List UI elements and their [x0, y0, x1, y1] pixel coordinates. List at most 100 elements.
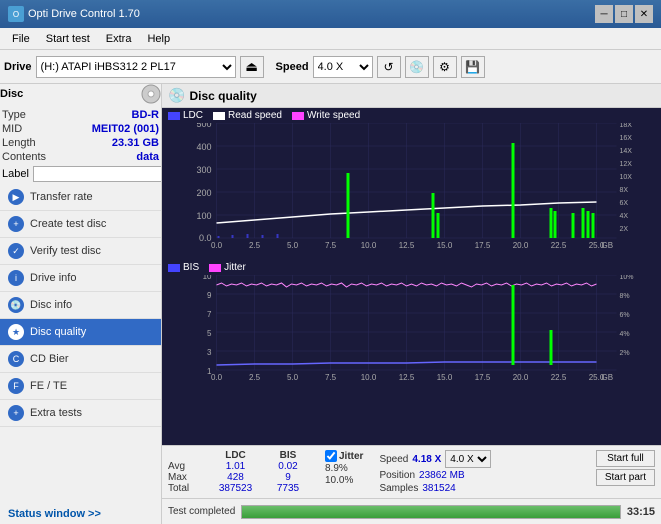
jitter-legend-color [209, 264, 221, 272]
nav-fe-te[interactable]: F FE / TE [0, 373, 161, 400]
position-val: 23862 MB [419, 470, 465, 481]
avg-speed-val: 4.18 X [412, 454, 441, 465]
total-ldc: 387523 [208, 483, 263, 494]
progress-bar-fill [242, 506, 620, 518]
drive-label: Drive [4, 61, 32, 73]
drive-info-icon: i [8, 270, 24, 286]
settings-button[interactable]: ⚙ [433, 56, 457, 78]
maximize-button[interactable]: □ [615, 5, 633, 23]
eject-button[interactable]: ⏏ [240, 56, 264, 78]
disc-button[interactable]: 💿 [405, 56, 429, 78]
length-label: Length [2, 137, 36, 149]
contents-value: data [136, 151, 159, 163]
minimize-button[interactable]: ─ [595, 5, 613, 23]
svg-text:2%: 2% [620, 350, 630, 357]
svg-text:0.0: 0.0 [211, 373, 223, 382]
nav-transfer-rate-label: Transfer rate [30, 191, 93, 203]
svg-text:300: 300 [196, 165, 211, 175]
nav-disc-info-label: Disc info [30, 299, 72, 311]
type-value: BD-R [132, 109, 160, 121]
svg-text:5: 5 [207, 329, 212, 338]
save-button[interactable]: 💾 [461, 56, 485, 78]
write-speed-legend-item: Write speed [292, 110, 360, 121]
nav-disc-quality[interactable]: ★ Disc quality [0, 319, 161, 346]
svg-text:500: 500 [196, 123, 211, 129]
menu-start-test[interactable]: Start test [38, 31, 98, 47]
speed-select[interactable]: 4.0 X [313, 56, 373, 78]
start-part-button[interactable]: Start part [596, 469, 655, 486]
refresh-button[interactable]: ↺ [377, 56, 401, 78]
svg-text:4X: 4X [620, 213, 629, 220]
window-controls: ─ □ ✕ [595, 5, 653, 23]
menu-file[interactable]: File [4, 31, 38, 47]
speed-position-section: Speed 4.18 X 4.0 X Position 23862 MB Sam… [379, 450, 491, 494]
svg-text:4%: 4% [620, 331, 630, 338]
svg-text:10: 10 [203, 275, 212, 281]
drive-select[interactable]: (H:) ATAPI iHBS312 2 PL17 [36, 56, 236, 78]
svg-text:0.0: 0.0 [199, 233, 212, 243]
svg-text:22.5: 22.5 [551, 241, 567, 250]
svg-text:7.5: 7.5 [325, 241, 337, 250]
chart2-legend: BIS Jitter [162, 260, 661, 275]
chart2-svg: 10 9 7 5 3 1 10% 8% 6% 4% 2% [162, 275, 661, 385]
total-bis: 7735 [263, 483, 313, 494]
status-window-link[interactable]: Status window >> [0, 504, 161, 524]
svg-text:GB: GB [602, 241, 614, 250]
nav-transfer-rate[interactable]: ▶ Transfer rate [0, 184, 161, 211]
bottom-stats: LDC BIS Avg 1.01 0.02 Max 428 9 [162, 445, 661, 498]
start-full-button[interactable]: Start full [596, 450, 655, 467]
disc-quality-title: Disc quality [189, 89, 256, 103]
label-input[interactable] [33, 166, 162, 182]
nav-create-test-disc-label: Create test disc [30, 218, 106, 230]
svg-text:16X: 16X [620, 135, 633, 142]
app-title: O Opti Drive Control 1.70 [8, 6, 140, 22]
transfer-rate-icon: ▶ [8, 189, 24, 205]
nav-disc-info[interactable]: 💿 Disc info [0, 292, 161, 319]
svg-text:17.5: 17.5 [475, 373, 491, 382]
svg-text:20.0: 20.0 [513, 373, 529, 382]
total-row: Total 387523 7735 [168, 483, 313, 494]
jitter-label: Jitter [339, 451, 363, 462]
disc-quality-header-icon: 💿 [168, 87, 185, 104]
svg-text:14X: 14X [620, 148, 633, 155]
svg-text:10.0: 10.0 [361, 241, 377, 250]
app-icon: O [8, 6, 24, 22]
disc-image-icon [141, 84, 161, 104]
menubar: File Start test Extra Help [0, 28, 661, 50]
svg-text:7.5: 7.5 [325, 373, 337, 382]
avg-row: Avg 1.01 0.02 [168, 461, 313, 472]
contents-label: Contents [2, 151, 46, 163]
menu-extra[interactable]: Extra [98, 31, 140, 47]
svg-text:2.5: 2.5 [249, 373, 261, 382]
nav-drive-info[interactable]: i Drive info [0, 265, 161, 292]
nav-disc-quality-label: Disc quality [30, 326, 86, 338]
jitter-checkbox[interactable] [325, 450, 337, 462]
svg-text:15.0: 15.0 [437, 241, 453, 250]
max-ldc: 428 [208, 472, 263, 483]
nav-cd-bier[interactable]: C CD Bier [0, 346, 161, 373]
nav-extra-tests-label: Extra tests [30, 407, 82, 419]
nav-extra-tests[interactable]: + Extra tests [0, 400, 161, 427]
svg-text:5.0: 5.0 [287, 373, 299, 382]
max-bis: 9 [263, 472, 313, 483]
speed-stat-select[interactable]: 4.0 X [445, 450, 491, 468]
nav-create-test-disc[interactable]: + Create test disc [0, 211, 161, 238]
read-speed-legend-color [213, 112, 225, 120]
svg-text:5.0: 5.0 [287, 241, 299, 250]
max-row: Max 428 9 [168, 472, 313, 483]
nav-verify-test-disc[interactable]: ✓ Verify test disc [0, 238, 161, 265]
progress-bar-container [241, 505, 621, 519]
svg-text:9: 9 [207, 291, 212, 300]
close-button[interactable]: ✕ [635, 5, 653, 23]
menu-help[interactable]: Help [139, 31, 178, 47]
position-label: Position [379, 470, 415, 481]
chart2-area: 10 9 7 5 3 1 10% 8% 6% 4% 2% [162, 275, 661, 395]
ldc-legend-color [168, 112, 180, 120]
stats-table: LDC BIS Avg 1.01 0.02 Max 428 9 [168, 450, 313, 494]
status-window-section: Status window >> [0, 504, 161, 524]
disc-quality-header: 💿 Disc quality [162, 84, 661, 108]
svg-text:12X: 12X [620, 161, 633, 168]
charts-container: LDC Read speed Write speed [162, 108, 661, 445]
disc-info-panel: Disc Type BD-R MID MEIT02 (001) Length 2… [0, 84, 161, 184]
nav-verify-test-disc-label: Verify test disc [30, 245, 101, 257]
